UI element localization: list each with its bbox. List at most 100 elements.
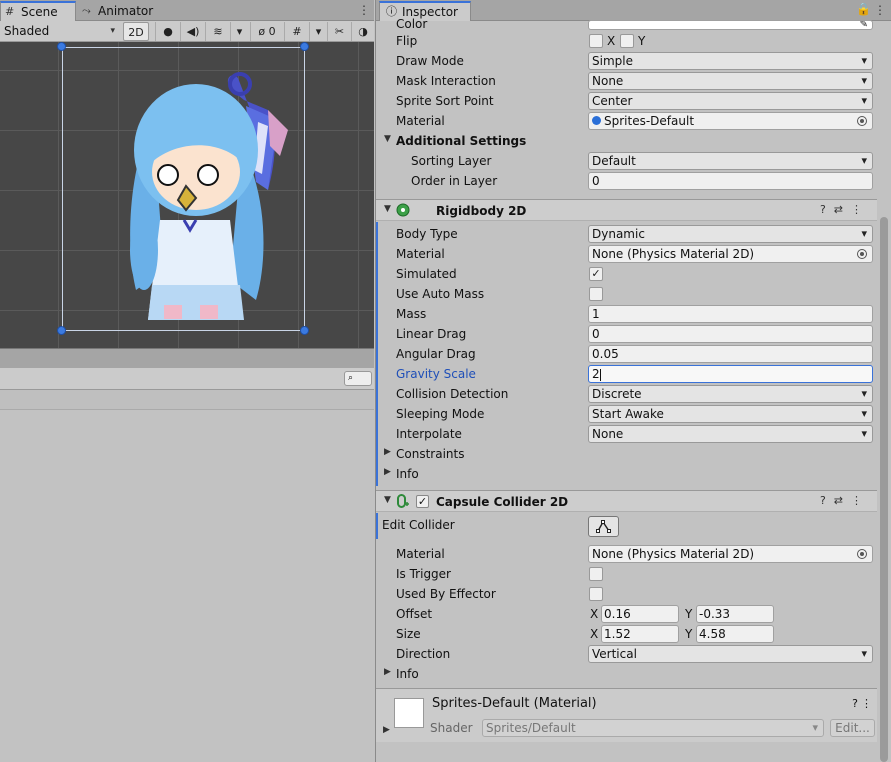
preset-icon[interactable]: ⇄: [834, 494, 851, 507]
offset-x-input[interactable]: 0.16: [601, 605, 679, 623]
gizmos-button[interactable]: ◑: [351, 22, 374, 41]
tab-scene[interactable]: # Scene: [0, 1, 76, 21]
row-order-in-layer: Order in Layer 0: [376, 171, 878, 191]
gravity-scale-input[interactable]: 2: [588, 365, 873, 383]
inspector-scrollbar[interactable]: [877, 21, 891, 762]
2d-toggle-button[interactable]: 2D: [123, 22, 149, 41]
effects-dropdown[interactable]: ▾: [230, 22, 248, 41]
angular-drag-input[interactable]: 0.05: [588, 345, 873, 363]
help-icon[interactable]: ?: [820, 494, 834, 507]
lighting-toggle-button[interactable]: ●: [155, 22, 180, 41]
body-type-dropdown[interactable]: Dynamic: [588, 225, 873, 243]
tab-scene-label: Scene: [21, 5, 58, 19]
object-picker-icon[interactable]: [857, 116, 867, 126]
shading-mode-dropdown[interactable]: Shaded ▾: [0, 22, 117, 41]
row-edit-collider: Edit Collider: [376, 516, 878, 542]
mask-interaction-dropdown[interactable]: None: [588, 72, 873, 90]
layers-icon: ≋: [213, 25, 223, 38]
grid-dropdown[interactable]: ▾: [309, 22, 327, 41]
edit-collider-button[interactable]: [588, 516, 619, 537]
rb-info-label: Info: [396, 467, 419, 481]
grid-snap-toggle[interactable]: #: [284, 22, 309, 41]
sprite-sort-point-dropdown[interactable]: Center: [588, 92, 873, 110]
draw-mode-dropdown[interactable]: Simple: [588, 52, 873, 70]
effects-toggle-button[interactable]: ≋: [205, 22, 230, 41]
simulated-checkbox[interactable]: ✓: [589, 267, 603, 281]
help-icon[interactable]: ?: [852, 697, 858, 710]
flip-y-checkbox[interactable]: [620, 34, 634, 48]
search-input[interactable]: ⌕: [344, 371, 372, 386]
rect-handle-top-right[interactable]: [300, 42, 309, 51]
rigidbody-icon: [396, 203, 410, 217]
foldout-open-icon[interactable]: ▼: [384, 134, 391, 144]
mass-input[interactable]: 1: [588, 305, 873, 323]
rect-handle-top-left[interactable]: [57, 42, 66, 51]
row-use-auto-mass: Use Auto Mass: [376, 284, 878, 304]
direction-label: Direction: [396, 647, 451, 661]
character-sprite: [130, 72, 288, 320]
capsule-collider-header[interactable]: ▼ ✓ Capsule Collider 2D ?⇄⋮: [376, 490, 878, 512]
component-menu-icon[interactable]: ⋮: [851, 203, 870, 216]
used-by-effector-checkbox[interactable]: [589, 587, 603, 601]
scene-menu-icon[interactable]: ⋮: [358, 3, 370, 17]
row-constraints[interactable]: ▶ Constraints: [376, 444, 878, 464]
shading-mode-value: Shaded: [4, 24, 50, 38]
component-menu-icon[interactable]: ⋮: [851, 494, 870, 507]
row-rb-info[interactable]: ▶ Info: [376, 464, 878, 484]
offset-x-axis-label[interactable]: X: [590, 606, 598, 622]
shader-edit-button[interactable]: Edit...: [830, 719, 875, 737]
use-auto-mass-checkbox[interactable]: [589, 287, 603, 301]
flip-x-checkbox[interactable]: [589, 34, 603, 48]
tab-animator-label: Animator: [98, 4, 154, 18]
capsule-enabled-checkbox[interactable]: ✓: [416, 495, 429, 508]
preset-icon[interactable]: ⇄: [834, 203, 851, 216]
foldout-closed-icon[interactable]: ▶: [383, 725, 390, 735]
color-field[interactable]: ✎: [588, 20, 873, 30]
scrollbar-thumb[interactable]: [880, 217, 888, 762]
size-label: Size: [396, 627, 421, 641]
rb-material-field[interactable]: None (Physics Material 2D): [588, 245, 873, 263]
tab-animator[interactable]: ⤳ Animator: [78, 1, 168, 21]
help-icon[interactable]: ?: [820, 203, 834, 216]
animator-icon: ⤳: [82, 4, 91, 17]
row-capsule-info[interactable]: ▶ Info: [376, 664, 878, 684]
order-in-layer-input[interactable]: 0: [588, 172, 873, 190]
capsule-material-field[interactable]: None (Physics Material 2D): [588, 545, 873, 563]
foldout-open-icon[interactable]: ▼: [384, 495, 391, 505]
foldout-closed-icon[interactable]: ▶: [384, 447, 391, 457]
edit-collider-label: Edit Collider: [382, 518, 455, 532]
object-picker-icon[interactable]: [857, 249, 867, 259]
offset-y-axis-label[interactable]: Y: [685, 606, 692, 622]
material-menu-icon[interactable]: ⋮: [861, 697, 872, 710]
size-x-axis-label[interactable]: X: [590, 626, 598, 642]
tools-button[interactable]: ✂: [327, 22, 351, 41]
rect-handle-bottom-left[interactable]: [57, 326, 66, 335]
object-picker-icon[interactable]: [857, 549, 867, 559]
is-trigger-checkbox[interactable]: [589, 567, 603, 581]
offset-y-input[interactable]: -0.33: [696, 605, 774, 623]
audio-toggle-button[interactable]: ◀): [180, 22, 205, 41]
foldout-open-icon[interactable]: ▼: [384, 204, 391, 214]
rect-handle-bottom-right[interactable]: [300, 326, 309, 335]
direction-dropdown[interactable]: Vertical: [588, 645, 873, 663]
scene-viewport[interactable]: [0, 42, 374, 348]
sorting-layer-dropdown[interactable]: Default: [588, 152, 873, 170]
sprite-material-field[interactable]: Sprites-Default: [588, 112, 873, 130]
flip-label: Flip: [396, 34, 418, 48]
foldout-closed-icon[interactable]: ▶: [384, 467, 391, 477]
row-mask-interaction: Mask Interaction None: [376, 71, 878, 91]
size-x-input[interactable]: 1.52: [601, 625, 679, 643]
linear-drag-input[interactable]: 0: [588, 325, 873, 343]
rigidbody-header[interactable]: ▼ Rigidbody 2D ?⇄⋮: [376, 199, 878, 221]
size-y-input[interactable]: 4.58: [696, 625, 774, 643]
shader-dropdown[interactable]: Sprites/Default: [482, 719, 824, 737]
size-y-axis-label[interactable]: Y: [685, 626, 692, 642]
collision-detection-dropdown[interactable]: Discrete: [588, 385, 873, 403]
foldout-closed-icon[interactable]: ▶: [384, 667, 391, 677]
2d-toggle-label: 2D: [128, 26, 144, 39]
lightbulb-icon: ●: [163, 25, 173, 38]
sleeping-mode-dropdown[interactable]: Start Awake: [588, 405, 873, 423]
row-additional-settings[interactable]: ▼ Additional Settings: [376, 131, 878, 151]
interpolate-dropdown[interactable]: None: [588, 425, 873, 443]
hidden-objects-toggle[interactable]: ø 0: [250, 22, 283, 41]
